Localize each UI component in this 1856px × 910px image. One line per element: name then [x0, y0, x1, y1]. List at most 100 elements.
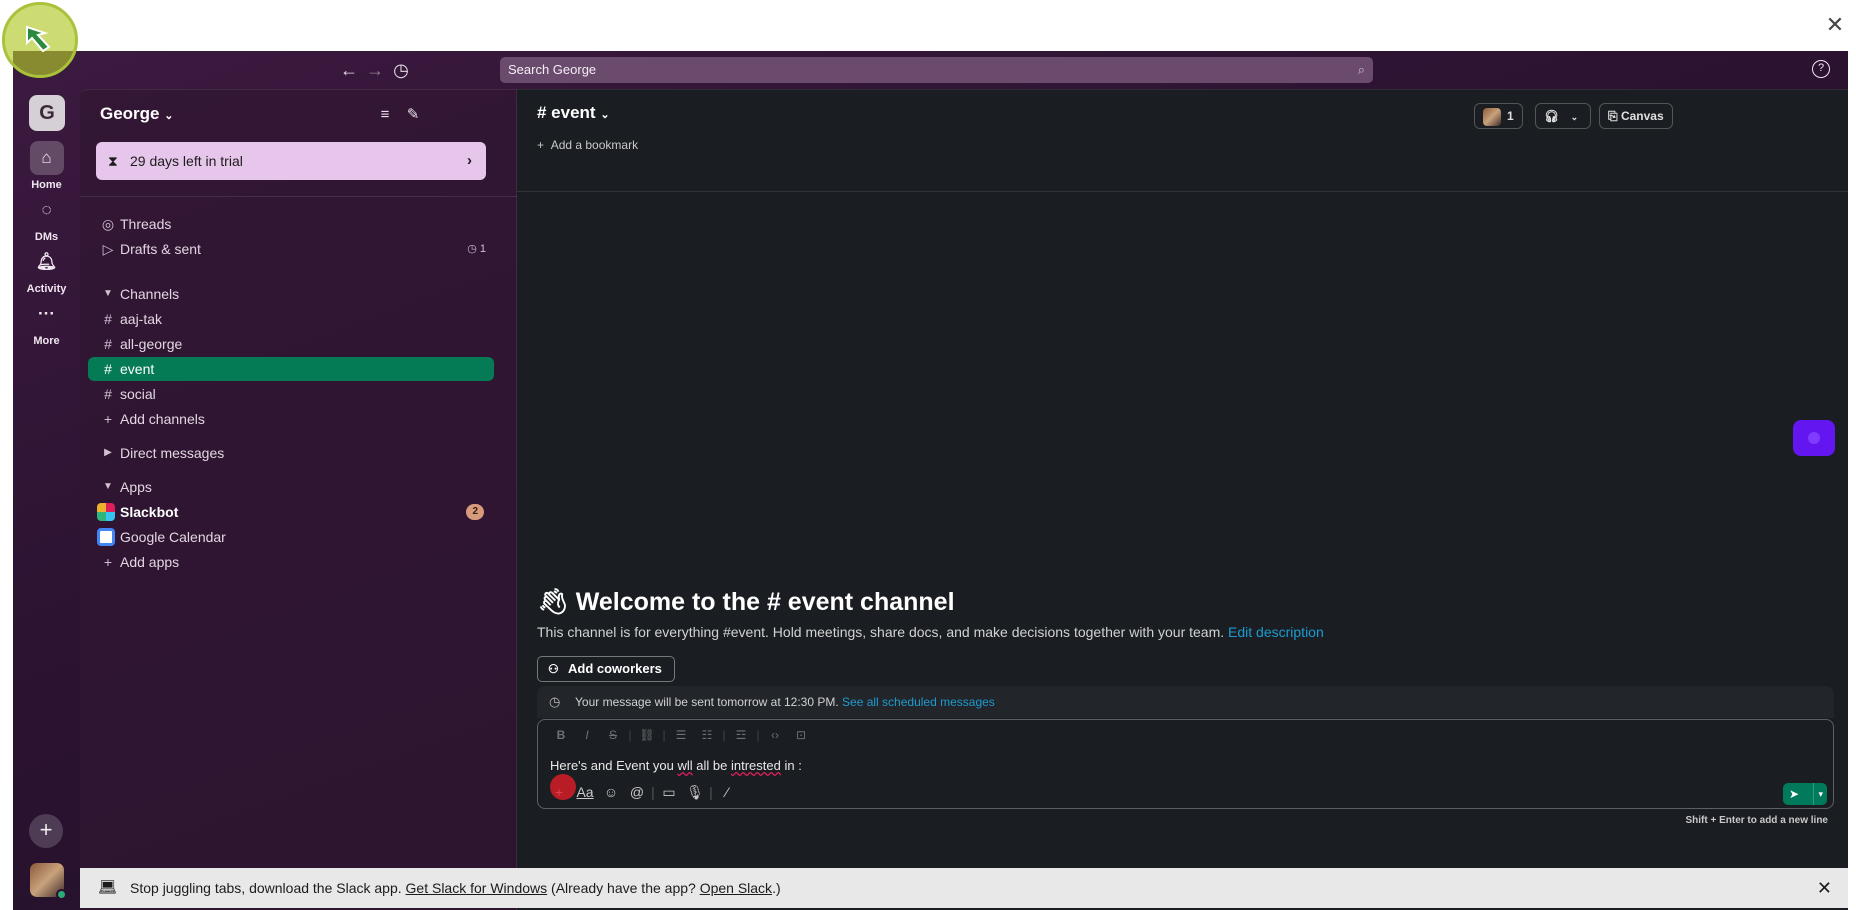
rail-item-label: Home [31, 179, 62, 191]
edit-description-link[interactable]: Edit description [1228, 624, 1324, 640]
schedule-dropdown-icon[interactable]: ▾ [1813, 783, 1823, 805]
sidebar-item-threads[interactable]: ◎ Threads [88, 212, 494, 236]
link-icon[interactable]: ⛓ [634, 728, 660, 742]
close-banner-icon[interactable]: ✕ [1817, 868, 1832, 908]
divider [517, 191, 1848, 192]
search-input[interactable]: Search George ⌕ [500, 57, 1373, 83]
sidebar-item-google-calendar[interactable]: Google Calendar [88, 525, 494, 549]
rail-item-label: DMs [34, 231, 59, 243]
user-avatar[interactable] [30, 863, 67, 900]
add-bookmark-button[interactable]: + Add a bookmark [537, 138, 638, 152]
trial-banner[interactable]: ⧗ 29 days left in trial › [96, 142, 486, 180]
search-placeholder: Search George [508, 62, 597, 77]
hash-icon: # [104, 361, 112, 377]
filter-icon[interactable]: ≡ [374, 104, 396, 126]
back-arrow-icon[interactable]: ← [338, 59, 360, 81]
sidebar-item-channel[interactable]: # all-george [88, 332, 494, 356]
bold-icon[interactable]: B [548, 728, 574, 742]
cursor-indicator-icon [2, 2, 78, 78]
bullet-list-icon[interactable]: ☷ [694, 728, 720, 742]
welcome-title-text: Welcome to the # event channel [575, 588, 955, 616]
unread-badge: 2 [466, 504, 484, 520]
sidebar-item-channel[interactable]: # social [88, 382, 494, 406]
message-typo: intrested [730, 758, 781, 773]
online-status-icon [56, 889, 67, 900]
search-strip: ← → ◷ Search George ⌕ ? [13, 51, 1848, 89]
home-icon: ⌂ [29, 141, 64, 175]
workspace-avatar[interactable]: G [29, 95, 65, 131]
video-icon[interactable]: ▭ [656, 784, 682, 801]
rail-item-home[interactable]: ⌂ Home [13, 141, 80, 191]
section-label: Direct messages [120, 445, 225, 461]
add-apps-button[interactable]: + Add apps [88, 550, 494, 574]
compose-icon[interactable]: ✎ [402, 104, 424, 126]
italic-icon[interactable]: I [574, 728, 600, 742]
left-rail: G ⌂ Home ◌ DMs 🔔︎ Activity ··· More + [13, 89, 80, 910]
add-workspace-button[interactable]: + [29, 814, 63, 848]
message-text-end: in : [780, 758, 802, 773]
strikethrough-icon[interactable]: S [600, 728, 626, 742]
floating-assistant-button[interactable] [1793, 420, 1835, 456]
trial-text: 29 days left in trial [130, 153, 243, 169]
microphone-icon[interactable]: 🎙︎ [682, 784, 708, 801]
message-input[interactable]: Here's and Event you wll all be intreste… [550, 758, 802, 773]
sidebar-item-channel-active[interactable]: # event [88, 357, 494, 381]
chevron-down-icon: ⌄ [164, 110, 174, 122]
sidebar-section-apps[interactable]: ▼ Apps [88, 475, 494, 499]
huddle-button[interactable]: 🎧︎ ⌄ [1535, 103, 1591, 129]
workspace-name: George [100, 104, 160, 123]
slash-command-icon[interactable]: ⁄ [714, 784, 740, 800]
sidebar-section-dms[interactable]: ▶ Direct messages [88, 441, 494, 465]
more-icon: ··· [38, 304, 55, 323]
rail-item-activity[interactable]: 🔔︎ Activity [13, 245, 80, 295]
send-button[interactable]: ➤ ▾ [1783, 783, 1827, 805]
channel-label: all-george [120, 336, 183, 352]
open-slack-link[interactable]: Open Slack [700, 880, 772, 896]
composer-hint: Shift + Enter to add a new line [1685, 815, 1828, 826]
send-icon: ▷ [102, 241, 114, 257]
ordered-list-icon[interactable]: ☰ [668, 728, 694, 742]
close-icon[interactable]: ✕ [1824, 14, 1846, 36]
divider: | [628, 728, 632, 742]
banner-text-end: .) [772, 880, 781, 896]
canvas-button[interactable]: ⎘ Canvas [1599, 103, 1673, 129]
channel-title-button[interactable]: # event ⌄ [537, 103, 610, 123]
sidebar-item-channel[interactable]: # aaj-tak [88, 307, 494, 331]
history-icon[interactable]: ◷ [390, 59, 412, 81]
members-button[interactable]: 1 [1474, 103, 1523, 129]
code-block-icon[interactable]: ⊡ [788, 728, 814, 742]
forward-arrow-icon[interactable]: → [364, 59, 386, 81]
mention-icon[interactable]: @ [624, 784, 650, 800]
divider: | [662, 728, 666, 742]
message-typo: wll [677, 758, 693, 773]
rail-item-more[interactable]: ··· More [13, 297, 80, 347]
scheduled-message-notice: ◷ Your message will be sent tomorrow at … [537, 686, 1834, 718]
add-coworkers-button[interactable]: ⚇ Add coworkers [537, 656, 675, 682]
blockquote-icon[interactable]: ☲ [728, 728, 754, 742]
search-icon: ⌕ [1357, 62, 1365, 77]
members-count: 1 [1507, 109, 1514, 123]
chevron-down-icon: ⌄ [600, 109, 610, 121]
sidebar-item-drafts[interactable]: ▷ Drafts & sent ◷ 1 [88, 237, 494, 261]
sidebar-section-channels[interactable]: ▼ Channels [88, 282, 494, 306]
app-label: Slackbot [120, 504, 179, 520]
channel-title: # event [537, 103, 596, 122]
emoji-icon[interactable]: ☺ [598, 784, 624, 800]
app-label: Google Calendar [120, 529, 226, 545]
rail-item-dms[interactable]: ◌ DMs [13, 193, 80, 243]
sidebar-item-slackbot[interactable]: Slackbot 2 [88, 500, 494, 524]
click-indicator [550, 774, 576, 800]
download-app-banner: 💻︎ Stop juggling tabs, download the Slac… [80, 868, 1848, 908]
get-slack-link[interactable]: Get Slack for Windows [406, 880, 548, 896]
hash-icon: # [104, 386, 112, 402]
help-icon[interactable]: ? [1812, 60, 1830, 78]
message-composer[interactable]: B I S | ⛓ | ☰ ☷ | ☲ | ‹› ⊡ Here's and Event you wll … [537, 719, 1834, 809]
section-label: Channels [120, 286, 180, 302]
add-bookmark-label: Add a bookmark [550, 138, 639, 152]
add-channels-label: Add channels [120, 411, 205, 427]
chevron-right-icon: › [467, 152, 472, 169]
workspace-name-button[interactable]: George ⌄ [100, 104, 173, 124]
code-icon[interactable]: ‹› [762, 728, 788, 742]
add-channels-button[interactable]: + Add channels [88, 407, 494, 431]
see-scheduled-link[interactable]: See all scheduled messages [842, 695, 995, 709]
